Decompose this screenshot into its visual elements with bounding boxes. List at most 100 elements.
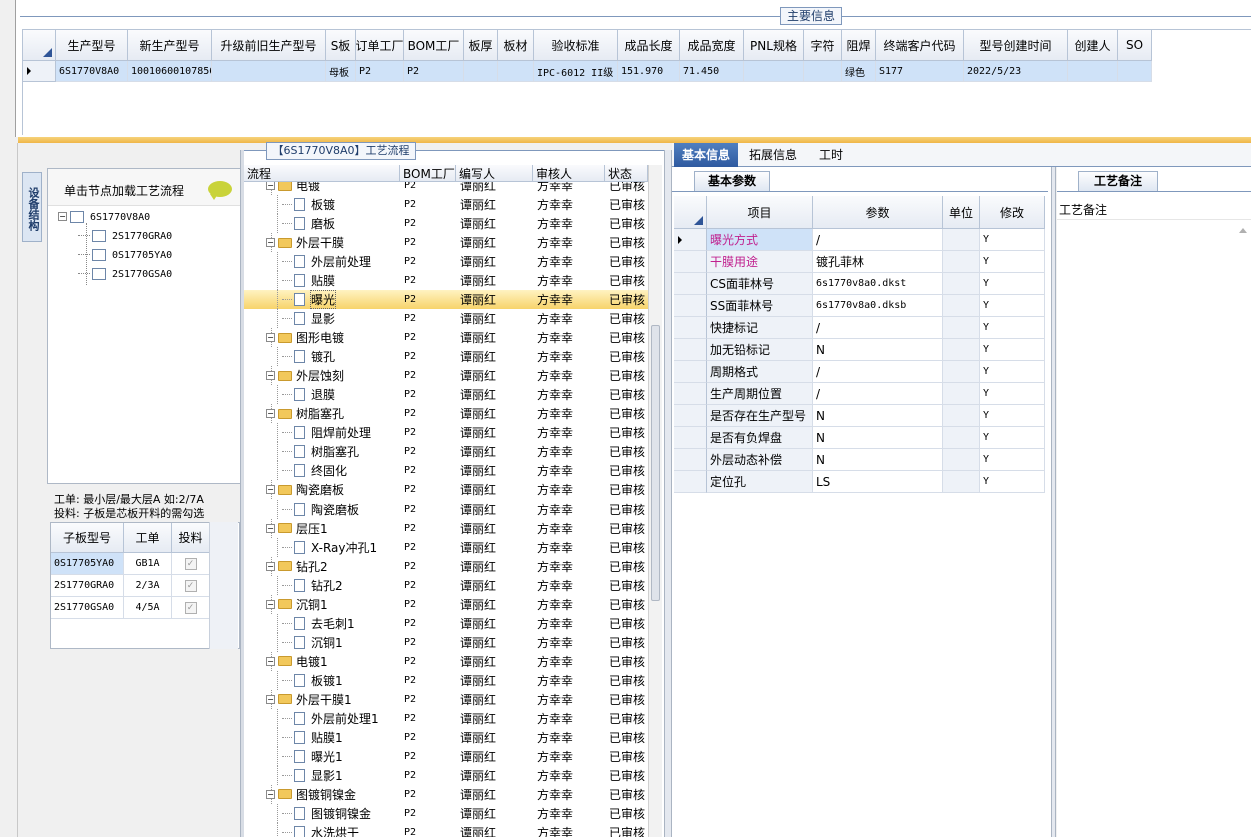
grid-cell[interactable]: 6S1770V8A0 xyxy=(56,61,128,82)
collapse-icon[interactable]: − xyxy=(266,333,275,343)
collapse-icon[interactable]: − xyxy=(266,371,275,381)
flow-cell-f[interactable]: P2 xyxy=(404,557,456,576)
flow-row[interactable]: 沉铜1 P2 谭丽红 方幸幸 已审核 xyxy=(244,632,648,652)
flow-node[interactable]: − 钻孔2 xyxy=(266,558,328,575)
header-cell[interactable]: 板材 xyxy=(498,30,534,61)
flow-name-cell[interactable]: − 沉铜1 xyxy=(244,594,400,614)
flow-cell-s[interactable]: 已审核 xyxy=(609,614,648,633)
flow-name-cell[interactable]: 贴膜 xyxy=(244,271,400,291)
flow-header[interactable]: 审核人 xyxy=(533,165,605,182)
flow-cell-s[interactable]: 已审核 xyxy=(609,728,648,747)
flow-row[interactable]: 钻孔2 P2 谭丽红 方幸幸 已审核 xyxy=(244,575,648,595)
row-selector[interactable] xyxy=(674,273,707,295)
flow-cell-s[interactable]: 已审核 xyxy=(609,766,648,785)
param-unit[interactable] xyxy=(943,471,980,493)
flow-cell-w[interactable]: 谭丽红 xyxy=(460,690,533,709)
flow-node[interactable]: − 外层蚀刻 xyxy=(266,367,344,384)
row-selector[interactable] xyxy=(674,317,707,339)
param-modify[interactable]: Y xyxy=(980,229,1045,251)
flow-node[interactable]: − 外层干膜 xyxy=(266,234,344,251)
flow-row[interactable]: − 图形电镀 P2 谭丽红 方幸幸 已审核 xyxy=(244,328,648,348)
flow-row[interactable]: 曝光 P2 谭丽红 方幸幸 已审核 xyxy=(244,290,648,310)
flow-cell-w[interactable]: 谭丽红 xyxy=(460,614,533,633)
flow-cell-w[interactable]: 谭丽红 xyxy=(460,766,533,785)
param-name[interactable]: 周期格式 xyxy=(707,361,813,383)
flow-header[interactable]: 状态 xyxy=(605,165,648,182)
flow-cell-f[interactable]: P2 xyxy=(404,747,456,766)
flow-cell-s[interactable]: 已审核 xyxy=(609,823,648,837)
header-cell[interactable]: PNL规格 xyxy=(744,30,804,61)
param-modify[interactable]: Y xyxy=(980,427,1045,449)
flow-row[interactable]: X-Ray冲孔1 P2 谭丽红 方幸幸 已审核 xyxy=(244,537,648,557)
flow-cell-s[interactable]: 已审核 xyxy=(609,195,648,214)
flow-name-cell[interactable]: 陶瓷磨板 xyxy=(244,499,400,519)
param-value[interactable]: LS xyxy=(813,471,943,493)
flow-cell-f[interactable]: P2 xyxy=(404,671,456,690)
param-unit[interactable] xyxy=(943,449,980,471)
flow-node[interactable]: − 层压1 xyxy=(266,520,328,537)
flow-name-cell[interactable]: 树脂塞孔 xyxy=(244,442,400,462)
collapse-icon[interactable]: − xyxy=(266,238,275,248)
header-cell[interactable]: 字符 xyxy=(804,30,842,61)
header-cell[interactable]: 创建人 xyxy=(1068,30,1118,61)
flow-cell-f[interactable]: P2 xyxy=(404,442,456,461)
flow-row[interactable]: − 沉铜1 P2 谭丽红 方幸幸 已审核 xyxy=(244,594,648,614)
flow-cell-f[interactable]: P2 xyxy=(404,271,456,290)
flow-node[interactable]: 阻焊前处理 xyxy=(282,424,371,441)
checkbox[interactable]: ✓ xyxy=(184,601,197,614)
flow-name-cell[interactable]: − 外层蚀刻 xyxy=(244,366,400,386)
collapse-icon[interactable]: − xyxy=(266,409,275,419)
flow-cell-s[interactable]: 已审核 xyxy=(609,519,648,538)
flow-cell-r[interactable]: 方幸幸 xyxy=(537,576,605,595)
flow-cell-s[interactable]: 已审核 xyxy=(609,442,648,461)
flow-node[interactable]: 陶瓷磨板 xyxy=(282,501,359,518)
flow-cell-r[interactable]: 方幸幸 xyxy=(537,500,605,519)
flow-cell-s[interactable]: 已审核 xyxy=(609,557,648,576)
header-cell[interactable]: SO xyxy=(1118,30,1152,61)
row-selector[interactable] xyxy=(23,61,56,82)
flow-cell-f[interactable]: P2 xyxy=(404,785,456,804)
flow-cell-s[interactable]: 已审核 xyxy=(609,747,648,766)
header-cell[interactable]: 成品长度 xyxy=(618,30,680,61)
flow-cell-r[interactable]: 方幸幸 xyxy=(537,747,605,766)
flow-name-cell[interactable]: 镀孔 xyxy=(244,347,400,367)
flow-cell-w[interactable]: 谭丽红 xyxy=(460,538,533,557)
flow-cell-s[interactable]: 已审核 xyxy=(609,233,648,252)
flow-name-cell[interactable]: − 电镀1 xyxy=(244,651,400,671)
flow-cell-r[interactable]: 方幸幸 xyxy=(537,347,605,366)
subgrid-cell[interactable]: 2S1770GSA0 xyxy=(51,597,124,619)
flow-name-cell[interactable]: 板镀1 xyxy=(244,670,400,690)
param-value[interactable]: N xyxy=(813,405,943,427)
flow-name-cell[interactable]: 阻焊前处理 xyxy=(244,423,400,443)
flow-cell-r[interactable]: 方幸幸 xyxy=(537,252,605,271)
param-name[interactable]: 生产周期位置 xyxy=(707,383,813,405)
header-cell[interactable]: 新生产型号 xyxy=(128,30,212,61)
flow-cell-w[interactable]: 谭丽红 xyxy=(460,309,533,328)
row-selector[interactable] xyxy=(674,427,707,449)
flow-cell-r[interactable]: 方幸幸 xyxy=(537,633,605,652)
flow-header[interactable]: BOM工厂 xyxy=(400,165,456,182)
scroll-thumb[interactable] xyxy=(651,325,660,601)
row-selector[interactable] xyxy=(674,229,707,251)
flow-cell-f[interactable]: P2 xyxy=(404,404,456,423)
param-unit[interactable] xyxy=(943,427,980,449)
flow-cell-r[interactable]: 方幸幸 xyxy=(537,328,605,347)
flow-cell-s[interactable]: 已审核 xyxy=(609,290,648,309)
flow-cell-s[interactable]: 已审核 xyxy=(609,182,648,195)
tab-work-hours[interactable]: 工时 xyxy=(810,143,852,167)
flow-name-cell[interactable]: 曝光 xyxy=(244,290,400,310)
flow-cell-w[interactable]: 谭丽红 xyxy=(460,423,533,442)
flow-node[interactable]: 退膜 xyxy=(282,386,335,403)
grid-cell[interactable] xyxy=(212,61,326,82)
flow-node[interactable]: 曝光1 xyxy=(282,748,343,765)
flow-name-cell[interactable]: 终固化 xyxy=(244,461,400,481)
remark-textarea[interactable] xyxy=(1057,219,1251,837)
flow-cell-w[interactable]: 谭丽红 xyxy=(460,182,533,195)
flow-cell-f[interactable]: P2 xyxy=(404,595,456,614)
param-name[interactable]: 干膜用途 xyxy=(707,251,813,273)
flow-node[interactable]: 贴膜1 xyxy=(282,729,343,746)
grid-cell[interactable]: 母板 xyxy=(326,61,356,82)
checkbox[interactable]: ✓ xyxy=(184,557,197,570)
flow-node[interactable]: 曝光 xyxy=(282,290,337,310)
header-cell[interactable]: 型号创建时间 xyxy=(964,30,1068,61)
